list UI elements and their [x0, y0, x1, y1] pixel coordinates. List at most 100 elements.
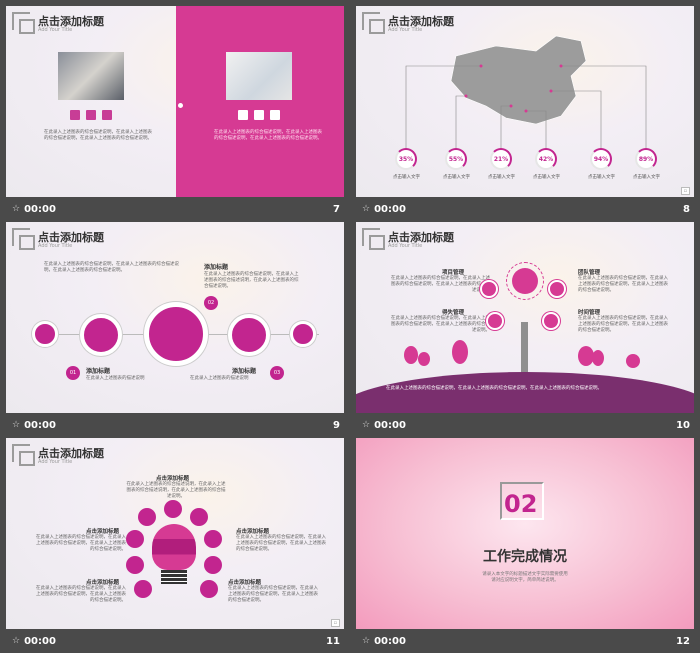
slide-number: 7 [333, 203, 340, 215]
body-text: 在此录入上述图表的综合描述说明，在此录入上述图表的综合描述说明，在此录入上述图表… [578, 316, 668, 333]
section-number: 02 [504, 490, 538, 518]
heading: 添加标题 [232, 368, 257, 375]
heading: 时间管理 [578, 310, 601, 316]
transition-icon: ☆ [362, 204, 371, 214]
node-circle [204, 556, 222, 574]
body-text: 在此录入上述图表的综合描述说明，在此录入上述图表的综合描述说明，在此录入上述图表… [214, 130, 322, 141]
heading: 添加标题 [204, 264, 229, 271]
body-text: 在此录入上述图表的综合描述说明，在此录入上述图表的综合描述说明，在此录入上述图表… [236, 535, 326, 552]
slide-number: 12 [676, 635, 690, 647]
person-icon [254, 110, 264, 120]
slide-subtitle: Add Your Title [38, 27, 73, 33]
slide-time: 00:00 [374, 419, 406, 431]
page-indicator: ▫ [680, 187, 690, 195]
slide-thumb-10[interactable]: 点击添加标题 Add Your Title 项目管理 在此录入上述图表的综合描述… [356, 222, 694, 437]
page-indicator: ▫ [330, 619, 340, 627]
transition-icon: ☆ [12, 420, 21, 430]
cone-icon [480, 280, 498, 298]
slide-thumb-9[interactable]: 点击添加标题 Add Your Title 在此录入上述图表的综合描述说明，在此… [6, 222, 344, 437]
tree-shape [626, 354, 640, 368]
input-caption: 点击输入文字 [588, 175, 615, 180]
slide-meta: ☆ 00:00 8 [356, 197, 694, 221]
slide-thumb-7[interactable]: 点击添加标题 Add Your Title 在此录入上述图表的综合描述说明，在此… [6, 6, 344, 221]
node-circle [190, 508, 208, 526]
heading: 项目管理 [442, 270, 465, 276]
slide-subtitle: Add Your Title [388, 243, 423, 249]
slide-meta: ☆ 00:00 12 [356, 629, 694, 653]
percent-ring: 21% [490, 148, 512, 170]
body-text: 在此录入上述图表的综合描述说明，在此录入上述图表的综合描述说明，在此录入上述图表… [578, 276, 668, 293]
section-description: 请录入本文字的标题描述文字实际需要使用 请对应说明文字，简单简述说明。 [482, 572, 568, 583]
settings-icon [126, 530, 144, 548]
input-caption: 点击输入文字 [443, 175, 470, 180]
transition-icon: ☆ [12, 204, 21, 214]
body-text: 在此录入上述图表的综合描述说明，在此录入上述图表的综合描述说明，在此录入上述图表… [36, 586, 126, 603]
center-dot [176, 101, 185, 110]
body-text: 在此录入上述图表的综合描述说明，在此录入上述图表的综合描述说明，在此录入上述图表… [44, 262, 179, 273]
chat-icon [228, 314, 270, 356]
slide-time: 00:00 [374, 635, 406, 647]
body-text: 在此录入上述图表的描述说明 [86, 376, 145, 381]
person-icon [86, 110, 96, 120]
chat-icon [204, 530, 222, 548]
megaphone-icon [200, 580, 218, 598]
section-title: 工作完成情况 [483, 549, 567, 565]
handshake-photo [58, 52, 124, 100]
wifi-icon [80, 314, 122, 356]
input-caption: 点击输入文字 [633, 175, 660, 180]
node-circle [138, 508, 156, 526]
heading: 点击添加标题 [236, 529, 270, 535]
heading: 点击添加标题 [86, 529, 120, 535]
slide-number: 11 [326, 635, 340, 647]
percent-ring: 42% [535, 148, 557, 170]
slide-number: 9 [333, 419, 340, 431]
title-frame-icon [12, 444, 35, 466]
slide-time: 00:00 [24, 203, 56, 215]
percent-ring: 89% [635, 148, 657, 170]
input-caption: 点击输入文字 [533, 175, 560, 180]
heading: 点击添加标题 [228, 580, 262, 586]
slide-canvas: 点击添加标题 Add Your Title 点击添加标题 在此录入上述图表的综合… [6, 438, 344, 629]
body-text: 在此录入上述图表的描述说明 [190, 376, 249, 381]
heading: 团队管理 [578, 270, 601, 276]
slide-meta: ☆ 00:00 10 [356, 413, 694, 437]
slide-thumb-12[interactable]: 02 工作完成情况 请录入本文字的标题描述文字实际需要使用 请对应说明文字，简单… [356, 438, 694, 653]
bulb-icon [270, 110, 280, 120]
node-circle [126, 556, 144, 574]
title-frame-icon [362, 228, 385, 250]
percent-ring: 94% [590, 148, 612, 170]
slide-time: 00:00 [24, 419, 56, 431]
step-badge: 03 [270, 366, 284, 380]
gear-icon [32, 321, 58, 347]
document-photo [226, 52, 292, 100]
slide-meta: ☆ 00:00 9 [6, 413, 344, 437]
slide-number: 10 [676, 419, 690, 431]
slide-meta: ☆ 00:00 11 [6, 629, 344, 653]
gear-icon [70, 110, 80, 120]
slide-subtitle: Add Your Title [38, 243, 73, 249]
shield-icon [486, 312, 504, 330]
body-text: 在此录入上述图表的综合描述说明，在此录入上述图表的综合描述说明，在此录入上述图表… [204, 272, 299, 289]
gear-icon [238, 110, 248, 120]
body-text: 在此录入上述图表的综合描述说明，在此录入上述图表的综合描述说明，在此录入上述图表… [391, 276, 490, 293]
transition-icon: ☆ [362, 420, 371, 430]
database-icon [512, 268, 538, 294]
body-text: 在此录入上述图表的综合描述说明，在此录入上述图表的综合描述说明，在此录入上述图表… [36, 535, 126, 552]
percent-ring: 35% [395, 148, 417, 170]
slide-time: 00:00 [24, 635, 56, 647]
body-text: 在此录入上述图表的综合描述说明，在此录入上述图表的综合描述说明，在此录入上述图表… [391, 316, 490, 333]
transition-icon: ☆ [362, 636, 371, 646]
gear-icon [548, 280, 566, 298]
slide-canvas: 点击添加标题 Add Your Title 在此录入上述图表的综合描述说明，在此… [6, 222, 344, 413]
percent-ring: 55% [445, 148, 467, 170]
slide-thumb-8[interactable]: 点击添加标题 Add Your Title 35% 55% 21% 42% 94… [356, 6, 694, 221]
tree-shape [418, 352, 430, 366]
body-text: 在此录入上述图表的综合描述说明，在此录入上述图表的综合描述说明，在此录入上述图表… [44, 130, 152, 141]
slide-canvas: 点击添加标题 Add Your Title 35% 55% 21% 42% 94… [356, 6, 694, 197]
slide-thumb-11[interactable]: 点击添加标题 Add Your Title 点击添加标题 在此录入上述图表的综合… [6, 438, 344, 653]
tree-shape [592, 350, 604, 366]
lock-icon [290, 321, 316, 347]
slide-canvas: 点击添加标题 Add Your Title 项目管理 在此录入上述图表的综合描述… [356, 222, 694, 413]
bulb-icon [102, 110, 112, 120]
slide-canvas: 点击添加标题 Add Your Title 在此录入上述图表的综合描述说明，在此… [6, 6, 344, 197]
